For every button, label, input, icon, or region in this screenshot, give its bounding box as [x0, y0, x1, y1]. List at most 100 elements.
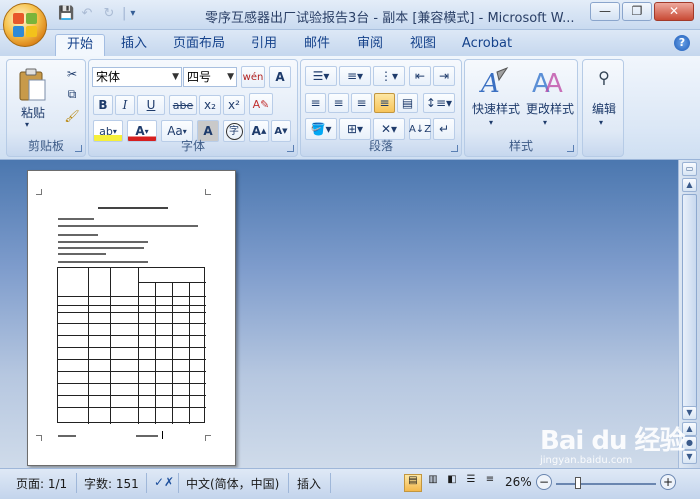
- multilevel-list-button[interactable]: ⋮▾: [373, 66, 405, 86]
- text-cursor: [162, 431, 163, 439]
- paste-dropdown-icon[interactable]: ▾: [25, 120, 29, 129]
- clipboard-launcher-icon[interactable]: [75, 145, 82, 152]
- draft-view-icon[interactable]: ≡: [481, 474, 499, 492]
- save-icon[interactable]: 💾: [58, 6, 74, 21]
- chevron-down-icon[interactable]: ▾: [599, 118, 603, 127]
- zoom-slider-thumb[interactable]: [575, 477, 581, 489]
- align-right-icon[interactable]: ≡: [351, 93, 372, 113]
- editing-group: ⚲ 编辑 ▾: [582, 59, 624, 157]
- change-styles-icon[interactable]: A A: [531, 66, 565, 98]
- numbering-button[interactable]: ≡▾: [339, 66, 371, 86]
- scroll-thumb[interactable]: [682, 194, 697, 420]
- tab-references[interactable]: 引用: [244, 34, 284, 56]
- redo-icon[interactable]: ↻: [100, 6, 118, 21]
- italic-button[interactable]: I: [115, 95, 135, 115]
- doc-title-line: [98, 207, 168, 209]
- binoculars-icon[interactable]: ⚲: [593, 68, 615, 87]
- web-layout-icon[interactable]: ◧: [443, 474, 461, 492]
- minimize-button[interactable]: —: [590, 2, 620, 21]
- quick-styles-icon[interactable]: A: [477, 66, 511, 98]
- doc-text-line: [58, 435, 76, 437]
- styles-launcher-icon[interactable]: [567, 145, 574, 152]
- strikethrough-button[interactable]: abe: [169, 95, 197, 115]
- styles-label: 样式: [508, 139, 533, 153]
- tab-view[interactable]: 视图: [403, 34, 443, 56]
- table-line: [138, 268, 139, 424]
- table-line: [110, 268, 111, 424]
- font-launcher-icon[interactable]: [287, 145, 294, 152]
- tab-home[interactable]: 开始: [55, 34, 105, 56]
- close-button[interactable]: ✕: [654, 2, 694, 21]
- language-status[interactable]: 中文(简体，中国): [186, 475, 279, 492]
- line-spacing-button[interactable]: ↕≡▾: [423, 93, 455, 113]
- zoom-slider-track[interactable]: [556, 483, 656, 485]
- table-line: [58, 359, 206, 360]
- table-line: [58, 305, 206, 306]
- char-border-button[interactable]: A: [269, 66, 291, 88]
- doc-text-line: [58, 218, 94, 220]
- tab-page-layout[interactable]: 页面布局: [166, 34, 232, 56]
- tab-review[interactable]: 审阅: [350, 34, 390, 56]
- doc-text-line: [136, 435, 158, 437]
- crop-mark: [205, 189, 211, 195]
- proofing-icon[interactable]: ✓✗: [154, 475, 174, 489]
- outline-view-icon[interactable]: ☰: [462, 474, 480, 492]
- superscript-button[interactable]: x²: [223, 95, 245, 115]
- chevron-down-icon[interactable]: ▾: [543, 118, 547, 127]
- editing-button[interactable]: 编辑: [585, 100, 623, 117]
- undo-icon[interactable]: ↶: [78, 6, 96, 21]
- office-button[interactable]: [3, 3, 47, 47]
- bullets-button[interactable]: ☰▾: [305, 66, 337, 86]
- underline-button[interactable]: U: [137, 95, 165, 115]
- change-styles-button[interactable]: 更改样式: [523, 100, 577, 117]
- chevron-down-icon[interactable]: ▾: [489, 118, 493, 127]
- crop-mark: [205, 435, 211, 441]
- tab-mailings[interactable]: 邮件: [297, 34, 337, 56]
- distributed-icon[interactable]: ▤: [397, 93, 418, 113]
- subscript-button[interactable]: x₂: [199, 95, 221, 115]
- restore-button[interactable]: ❐: [622, 2, 652, 21]
- zoom-out-icon[interactable]: −: [536, 474, 552, 490]
- page-count[interactable]: 页面: 1/1: [16, 475, 67, 492]
- decrease-indent-icon[interactable]: ⇤: [409, 66, 431, 86]
- font-size-input[interactable]: 四号 ▼: [183, 67, 237, 87]
- scroll-down-icon[interactable]: ▼: [682, 406, 697, 420]
- tab-insert[interactable]: 插入: [112, 34, 156, 56]
- document-page[interactable]: [27, 170, 236, 466]
- align-center-icon[interactable]: ≡: [328, 93, 349, 113]
- clipboard-group: 粘贴 ▾ ✂ ⧉ 🖌 剪贴板: [6, 59, 86, 157]
- qat-customize-icon[interactable]: ▾: [130, 8, 135, 19]
- phonetic-guide-button[interactable]: wén: [241, 66, 265, 88]
- align-left-icon[interactable]: ≡: [305, 93, 326, 113]
- help-icon[interactable]: ?: [674, 35, 690, 51]
- paste-button[interactable]: 粘贴: [19, 104, 47, 121]
- format-painter-icon[interactable]: 🖌: [63, 108, 81, 124]
- svg-text:A: A: [479, 69, 500, 98]
- ruler-toggle-icon[interactable]: ▭: [682, 162, 697, 176]
- scroll-up-icon[interactable]: ▲: [682, 178, 697, 192]
- justify-icon[interactable]: ≡: [374, 93, 395, 113]
- print-layout-icon[interactable]: ▤: [404, 474, 422, 492]
- copy-icon[interactable]: ⧉: [63, 86, 81, 102]
- word-count[interactable]: 字数: 151: [84, 475, 139, 492]
- zoom-level[interactable]: 26%: [505, 475, 532, 489]
- title-bar: 💾 ↶ ↻ | ▾ 零序互感器出厂试验报告3台 - 副本 [兼容模式] - Mi…: [0, 0, 700, 30]
- tab-acrobat[interactable]: Acrobat: [456, 34, 518, 56]
- baidu-watermark: Bai du 经验 jingyan.baidu.com: [540, 420, 685, 466]
- full-screen-reading-icon[interactable]: ▥: [424, 474, 442, 492]
- svg-text:A: A: [545, 69, 563, 98]
- cut-icon[interactable]: ✂: [63, 66, 81, 82]
- doc-text-line: [58, 241, 148, 243]
- zoom-in-icon[interactable]: +: [660, 474, 676, 490]
- paste-icon[interactable]: [17, 68, 47, 102]
- increase-indent-icon[interactable]: ⇥: [433, 66, 455, 86]
- quick-styles-button[interactable]: 快速样式: [469, 100, 523, 117]
- grow-font-label: A: [251, 124, 261, 138]
- insert-mode-status[interactable]: 插入: [297, 475, 321, 492]
- table-line: [172, 282, 173, 424]
- font-name-input[interactable]: 宋体 ▼: [92, 67, 182, 87]
- table-line: [58, 323, 206, 324]
- bold-button[interactable]: B: [93, 95, 113, 115]
- paragraph-launcher-icon[interactable]: [451, 145, 458, 152]
- clear-format-button[interactable]: A✎: [249, 93, 273, 115]
